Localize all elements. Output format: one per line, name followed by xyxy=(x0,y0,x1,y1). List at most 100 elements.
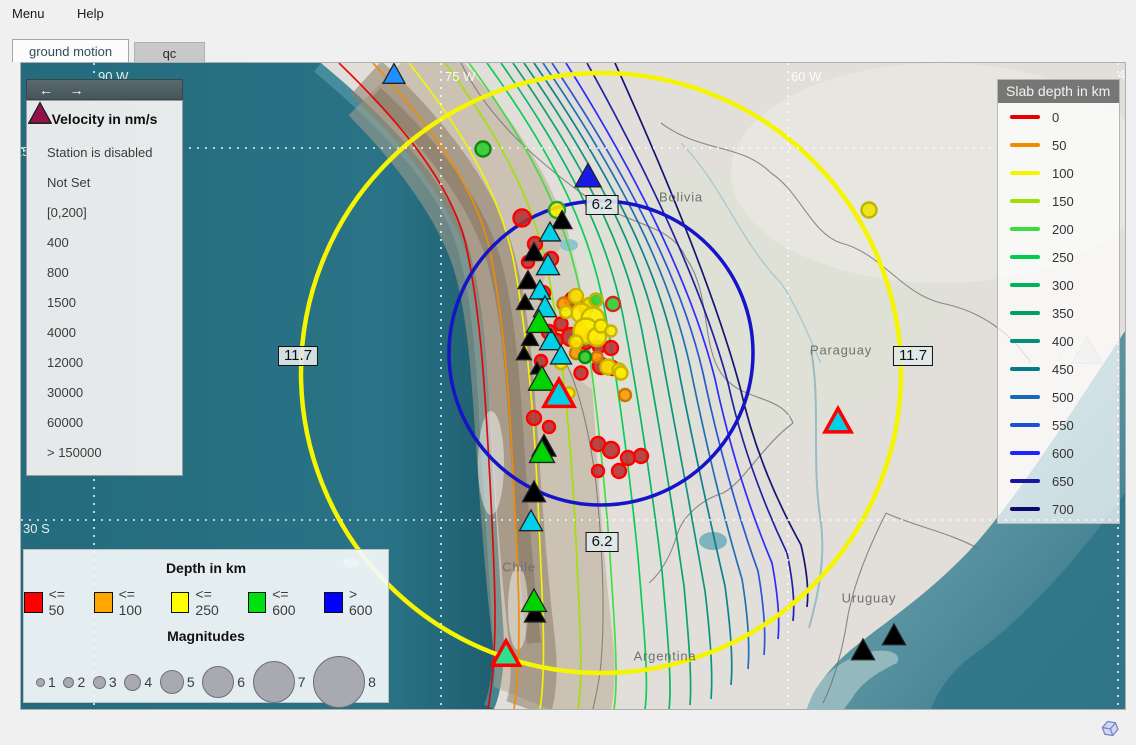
menu-bar: Menu Help xyxy=(0,0,1136,28)
slab-legend-item: 200 xyxy=(998,215,1119,243)
velocity-legend-label: [0,200] xyxy=(47,205,87,220)
event-marker[interactable] xyxy=(570,336,583,349)
velocity-legend-label: 1500 xyxy=(47,295,76,310)
event-marker[interactable] xyxy=(862,203,877,218)
magnitude-circle-icon xyxy=(36,678,45,687)
event-marker[interactable] xyxy=(514,210,531,227)
event-marker[interactable] xyxy=(527,411,541,425)
depth-color-swatch xyxy=(24,592,43,613)
slab-legend-label: 550 xyxy=(1052,418,1074,433)
slab-legend-item: 550 xyxy=(998,411,1119,439)
slab-color-swatch xyxy=(1010,227,1040,231)
menu-item-menu[interactable]: Menu xyxy=(12,6,45,21)
velocity-legend-item: 60000 xyxy=(27,407,182,437)
slab-color-swatch xyxy=(1010,311,1040,315)
slab-color-swatch xyxy=(1010,171,1040,175)
magnitude-circle-icon xyxy=(253,661,295,703)
slab-color-swatch xyxy=(1010,115,1040,119)
magnitude-legend-label: 2 xyxy=(77,674,85,690)
slab-legend-item: 450 xyxy=(998,355,1119,383)
magnitude-legend-item: 8 xyxy=(313,656,376,708)
slab-color-swatch xyxy=(1010,339,1040,343)
slab-color-swatch xyxy=(1010,367,1040,371)
velocity-legend-item: > 150000 xyxy=(27,437,182,467)
magnitude-circle-icon xyxy=(93,676,106,689)
slab-legend-label: 450 xyxy=(1052,362,1074,377)
slab-legend-item: 350 xyxy=(998,299,1119,327)
menu-item-help[interactable]: Help xyxy=(77,6,104,21)
event-marker[interactable] xyxy=(569,289,583,303)
slab-legend-label: 300 xyxy=(1052,278,1074,293)
magnitude-legend-item: 7 xyxy=(253,661,306,703)
velocity-legend-item: 4000 xyxy=(27,317,182,347)
event-marker[interactable] xyxy=(606,297,620,311)
slab-legend-label: 100 xyxy=(1052,166,1074,181)
event-marker[interactable] xyxy=(615,367,628,380)
depth-color-swatch xyxy=(94,592,113,613)
slab-legend-item: 650 xyxy=(998,467,1119,495)
slab-depth-legend-title: Slab depth in km xyxy=(998,80,1119,103)
event-marker[interactable] xyxy=(579,351,591,363)
map-view[interactable]: 90 W75 W60 W41530 S BoliviaParaguayChile… xyxy=(20,62,1126,710)
magnitude-legend-label: 5 xyxy=(187,674,195,690)
event-marker[interactable] xyxy=(603,442,619,458)
depth-legend-label: <= 600 xyxy=(272,586,310,618)
event-marker[interactable] xyxy=(575,367,588,380)
slab-legend-label: 600 xyxy=(1052,446,1074,461)
event-marker[interactable] xyxy=(476,142,491,157)
depth-color-swatch xyxy=(248,592,267,613)
slab-color-swatch xyxy=(1010,255,1040,259)
slab-color-swatch xyxy=(1010,199,1040,203)
event-marker[interactable] xyxy=(592,465,604,477)
magnitude-legend-label: 7 xyxy=(298,674,306,690)
slab-legend-item: 600 xyxy=(998,439,1119,467)
magnitude-legend-label: 6 xyxy=(237,674,245,690)
velocity-legend-item: 400 xyxy=(27,227,182,257)
magnitude-legend-label: 1 xyxy=(48,674,56,690)
event-marker[interactable] xyxy=(604,341,618,355)
app-window: { "menu": { "items": ["Menu", "Help"] },… xyxy=(0,0,1136,745)
tab-qc[interactable]: qc xyxy=(134,42,206,62)
event-marker[interactable] xyxy=(543,421,555,433)
slab-legend-label: 250 xyxy=(1052,250,1074,265)
magnitude-circle-icon xyxy=(160,670,184,694)
magnitude-circle-icon xyxy=(313,656,365,708)
event-marker[interactable] xyxy=(590,294,603,307)
slab-depth-legend-panel: Slab depth in km 05010015020025030035040… xyxy=(997,79,1120,524)
slab-color-swatch xyxy=(1010,143,1040,147)
velocity-legend-label: Not Set xyxy=(47,175,90,190)
slab-legend-item: 100 xyxy=(998,159,1119,187)
depth-legend-label: <= 100 xyxy=(119,586,157,618)
back-arrow-icon[interactable]: ← xyxy=(39,81,53,99)
depth-magnitude-legend-panel: Depth in km <= 50<= 100<= 250<= 600> 600… xyxy=(23,549,389,703)
magnitude-legend-item: 1 xyxy=(36,674,56,690)
velocity-legend-label: 800 xyxy=(47,265,69,280)
event-marker[interactable] xyxy=(606,326,617,337)
tab-ground-motion[interactable]: ground motion xyxy=(12,39,129,62)
magnitude-legend-item: 2 xyxy=(63,674,85,690)
event-marker[interactable] xyxy=(612,464,626,478)
slab-legend-item: 700 xyxy=(998,495,1119,523)
event-marker[interactable] xyxy=(621,451,635,465)
magnitude-legend-item: 3 xyxy=(93,674,117,690)
slab-legend-label: 500 xyxy=(1052,390,1074,405)
velocity-legend-label: 4000 xyxy=(47,325,76,340)
slab-color-swatch xyxy=(1010,395,1040,399)
slab-color-swatch xyxy=(1010,283,1040,287)
slab-color-swatch xyxy=(1010,423,1040,427)
slab-legend-label: 0 xyxy=(1052,110,1059,125)
slab-legend-item: 50 xyxy=(998,131,1119,159)
velocity-legend-item: [0,200] xyxy=(27,197,182,227)
event-marker[interactable] xyxy=(592,352,603,363)
slab-legend-item: 150 xyxy=(998,187,1119,215)
velocity-legend-label: Station is disabled xyxy=(47,145,153,160)
event-marker[interactable] xyxy=(619,389,631,401)
magnitude-legend-label: 4 xyxy=(144,674,152,690)
forward-arrow-icon[interactable]: → xyxy=(69,81,83,99)
magnitude-legend-item: 4 xyxy=(124,674,152,691)
depth-legend-label: <= 50 xyxy=(49,586,80,618)
event-marker[interactable] xyxy=(560,306,572,318)
slab-color-swatch xyxy=(1010,479,1040,483)
depth-color-swatch xyxy=(324,592,343,613)
event-marker[interactable] xyxy=(634,449,648,463)
